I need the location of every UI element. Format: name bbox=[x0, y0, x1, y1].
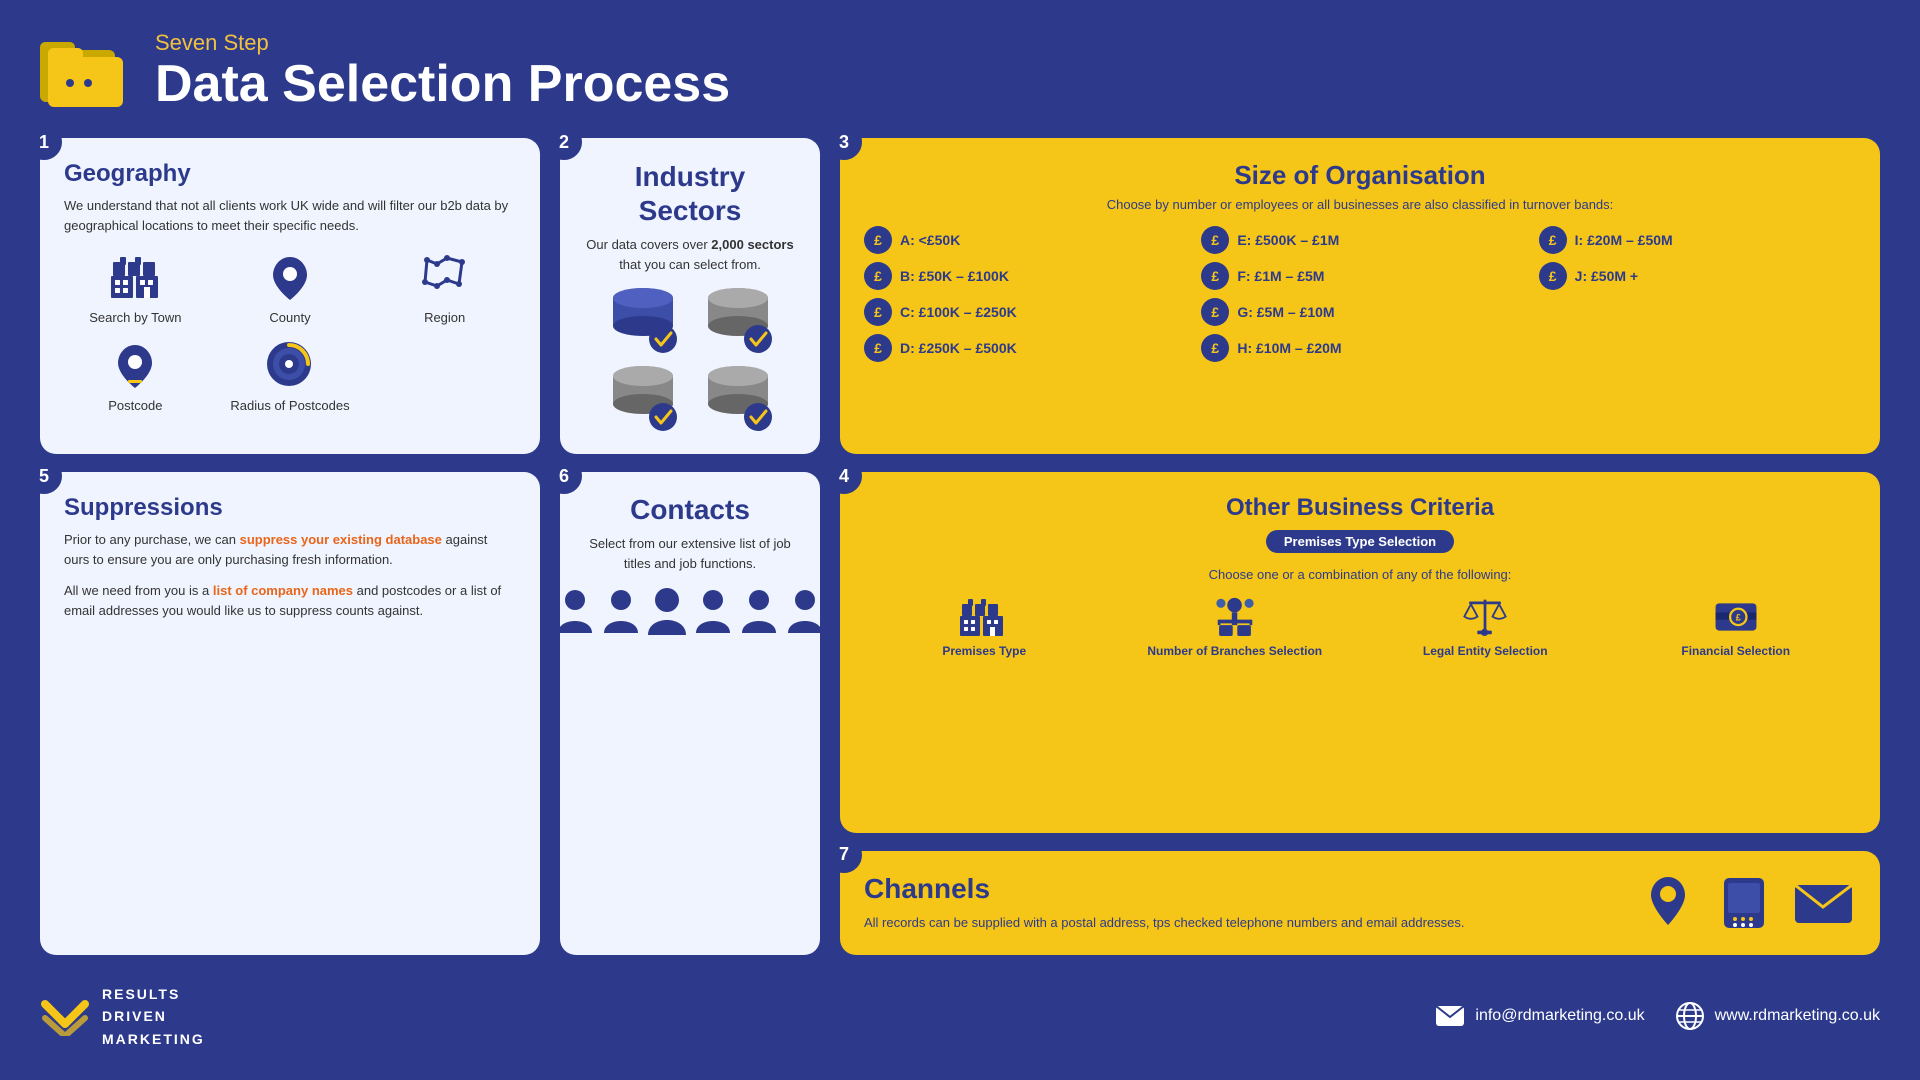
pound-icon-b: £ bbox=[864, 262, 892, 290]
step3-badge: 3 bbox=[826, 124, 862, 160]
footer-website-text: www.rdmarketing.co.uk bbox=[1715, 1007, 1880, 1025]
pound-icon-h: £ bbox=[1201, 334, 1229, 362]
size-card: 3 Size of Organisation Choose by number … bbox=[840, 138, 1880, 454]
size-band-c: £ C: £100K – £250K bbox=[864, 298, 1181, 326]
geo-icons-grid: Search by Town County bbox=[64, 249, 516, 413]
header-icon bbox=[40, 32, 130, 112]
size-band-h: £ H: £10M – £20M bbox=[1201, 334, 1518, 362]
step5-description1: Prior to any purchase, we can suppress y… bbox=[64, 530, 516, 569]
step1-badge: 1 bbox=[26, 124, 62, 160]
pound-icon-i: £ bbox=[1539, 226, 1567, 254]
financial-icon: £ bbox=[1711, 594, 1761, 639]
criteria-premises-label: Premises Type bbox=[942, 644, 1026, 660]
geo-item-town: Search by Town bbox=[64, 249, 207, 325]
geo-item-radius: Radius of Postcodes bbox=[219, 337, 362, 413]
step2-badge: 2 bbox=[546, 124, 582, 160]
step4-title: Other Business Criteria bbox=[864, 494, 1856, 522]
size-bands-grid: £ A: <£50K £ E: £500K – £1M £ I: £20M – … bbox=[864, 226, 1856, 362]
step4-subtitle: Choose one or a combination of any of th… bbox=[864, 567, 1856, 582]
step5-badge: 5 bbox=[26, 458, 62, 494]
pound-icon-d: £ bbox=[864, 334, 892, 362]
county-icon bbox=[260, 249, 320, 304]
geo-label-region: Region bbox=[424, 310, 465, 325]
criteria-branches-label: Number of Branches Selection bbox=[1147, 644, 1322, 660]
premises-icon bbox=[959, 594, 1009, 639]
geo-item-region: Region bbox=[373, 249, 516, 325]
pound-icon-g: £ bbox=[1201, 298, 1229, 326]
step6-title: Contacts bbox=[630, 494, 750, 526]
channels-icons-row bbox=[1641, 873, 1856, 933]
criteria-branches: Number of Branches Selection bbox=[1115, 594, 1356, 660]
step7-description: All records can be supplied with a posta… bbox=[864, 913, 1611, 933]
step3-title: Size of Organisation bbox=[864, 160, 1856, 191]
step2-title: Industry Sectors bbox=[584, 160, 796, 227]
pound-icon-e: £ bbox=[1201, 226, 1229, 254]
pound-icon-a: £ bbox=[864, 226, 892, 254]
step1-title: Geography bbox=[64, 160, 516, 188]
pound-icon-c: £ bbox=[864, 298, 892, 326]
criteria-financial: £ Financial Selection bbox=[1616, 594, 1857, 660]
size-band-d: £ D: £250K – £500K bbox=[864, 334, 1181, 362]
contacts-card: 6 Contacts Select from our extensive lis… bbox=[560, 472, 820, 954]
step5-description2: All we need from you is a list of compan… bbox=[64, 581, 516, 620]
industry-card: 2 Industry Sectors Our data covers over … bbox=[560, 138, 820, 454]
header: Seven Step Data Selection Process bbox=[40, 30, 1880, 113]
suppressions-card: 5 Suppressions Prior to any purchase, we… bbox=[40, 472, 540, 954]
premises-type-badge: Premises Type Selection bbox=[1266, 530, 1454, 553]
header-main-title: Data Selection Process bbox=[155, 56, 730, 113]
legal-icon bbox=[1460, 594, 1510, 639]
step1-description: We understand that not all clients work … bbox=[64, 196, 516, 235]
size-band-j: £ J: £50M + bbox=[1539, 262, 1856, 290]
criteria-legal: Legal Entity Selection bbox=[1365, 594, 1606, 660]
step7-title: Channels bbox=[864, 873, 1611, 905]
step6-badge: 6 bbox=[546, 458, 582, 494]
criteria-financial-label: Financial Selection bbox=[1681, 644, 1790, 660]
geo-label-radius: Radius of Postcodes bbox=[230, 398, 349, 413]
footer-logo: RESULTS DRIVEN MARKETING bbox=[40, 983, 205, 1050]
size-band-f: £ F: £1M – £5M bbox=[1201, 262, 1518, 290]
criteria-icons: Premises Type bbox=[864, 594, 1856, 660]
radius-icon bbox=[260, 337, 320, 392]
geo-label-town: Search by Town bbox=[89, 310, 181, 325]
size-band-a: £ A: <£50K bbox=[864, 226, 1181, 254]
size-band-i: £ I: £20M – £50M bbox=[1539, 226, 1856, 254]
footer-website: www.rdmarketing.co.uk bbox=[1675, 1001, 1880, 1031]
size-band-g: £ G: £5M – £10M bbox=[1201, 298, 1518, 326]
criteria-legal-label: Legal Entity Selection bbox=[1423, 644, 1548, 660]
step3-subtitle: Choose by number or employees or all bus… bbox=[864, 197, 1856, 212]
person-icons-row bbox=[556, 587, 824, 637]
footer-email: info@rdmarketing.co.uk bbox=[1435, 1004, 1644, 1028]
region-icon bbox=[415, 249, 475, 304]
header-subtitle: Seven Step bbox=[155, 30, 730, 56]
database-icons bbox=[603, 284, 778, 432]
geo-item-county: County bbox=[219, 249, 362, 325]
step7-badge: 7 bbox=[826, 837, 862, 873]
step2-description: Our data covers over 2,000 sectors that … bbox=[584, 235, 796, 274]
step5-title: Suppressions bbox=[64, 494, 516, 522]
size-band-e: £ E: £500K – £1M bbox=[1201, 226, 1518, 254]
geo-label-county: County bbox=[269, 310, 310, 325]
svg-text:£: £ bbox=[1735, 613, 1740, 623]
pound-icon-j: £ bbox=[1539, 262, 1567, 290]
step6-description: Select from our extensive list of job ti… bbox=[584, 534, 796, 573]
criteria-premises: Premises Type bbox=[864, 594, 1105, 660]
footer-logo-text: RESULTS DRIVEN MARKETING bbox=[102, 983, 205, 1050]
town-icon bbox=[105, 249, 165, 304]
channels-card: 7 Channels All records can be supplied w… bbox=[840, 851, 1880, 955]
branches-icon bbox=[1210, 594, 1260, 639]
pound-icon-f: £ bbox=[1201, 262, 1229, 290]
footer-contact: info@rdmarketing.co.uk www.rdmarketing.c… bbox=[1435, 1001, 1880, 1031]
geo-label-postcode: Postcode bbox=[108, 398, 162, 413]
footer: RESULTS DRIVEN MARKETING info@rdmarketin… bbox=[40, 973, 1880, 1050]
geography-card: 1 Geography We understand that not all c… bbox=[40, 138, 540, 454]
footer-email-text: info@rdmarketing.co.uk bbox=[1475, 1007, 1644, 1025]
header-title: Seven Step Data Selection Process bbox=[155, 30, 730, 113]
size-band-b: £ B: £50K – £100K bbox=[864, 262, 1181, 290]
step4-badge: 4 bbox=[826, 458, 862, 494]
postcode-icon bbox=[105, 337, 165, 392]
other-biz-card: 4 Other Business Criteria Premises Type … bbox=[840, 472, 1880, 832]
geo-item-postcode: Postcode bbox=[64, 337, 207, 413]
channels-content: Channels All records can be supplied wit… bbox=[864, 873, 1611, 933]
